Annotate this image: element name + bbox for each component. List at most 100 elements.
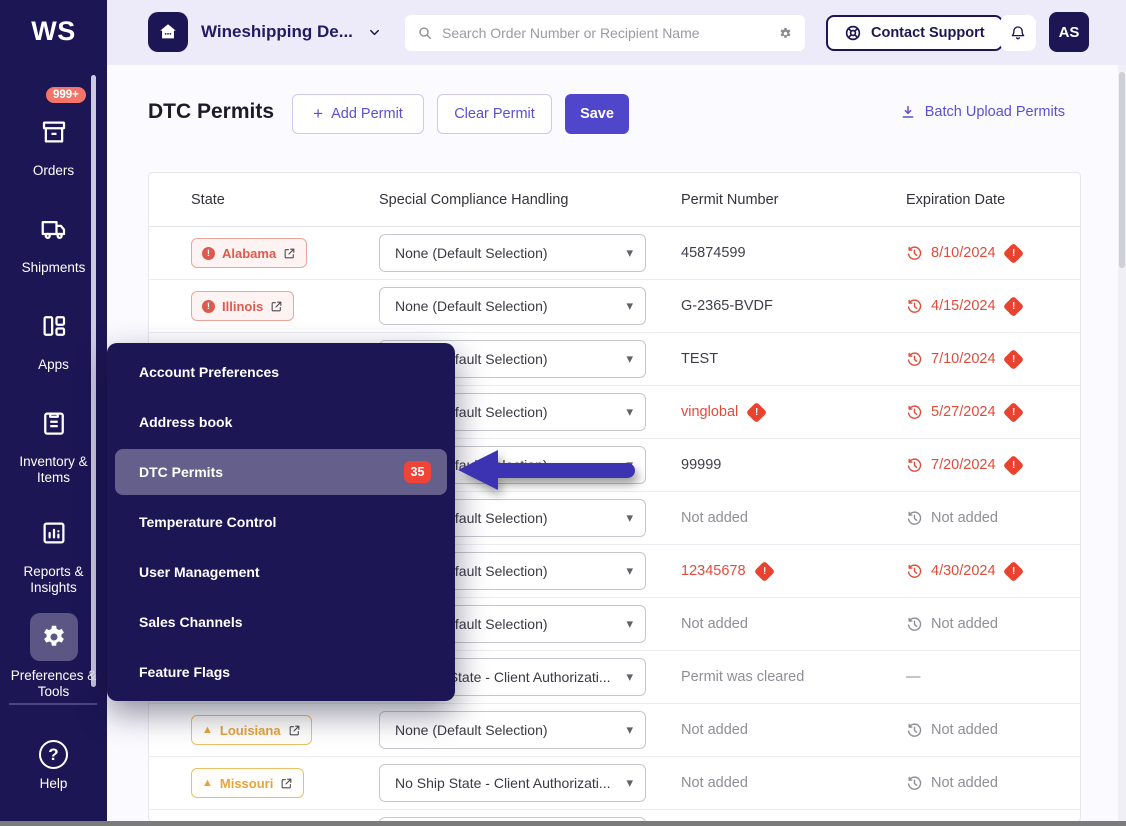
state-name: Illinois: [222, 299, 263, 314]
history-clock-icon: [906, 616, 923, 633]
add-permit-button[interactable]: + Add Permit: [292, 94, 424, 134]
permit-number: vinglobal: [681, 404, 738, 420]
chevron-down-icon: ▾: [626, 298, 633, 314]
state-name: Louisiana: [220, 723, 281, 738]
table-header: State Special Compliance Handling Permit…: [149, 173, 1080, 227]
alert-diamond-icon: !: [1002, 401, 1023, 422]
orders-count-badge: 999+: [46, 87, 86, 103]
history-clock-icon: [906, 775, 923, 792]
history-clock-icon: [906, 351, 923, 368]
page-scrollbar-thumb[interactable]: [1119, 72, 1125, 268]
external-link-icon: [280, 777, 293, 790]
compliance-select[interactable]: None (Default Selection) ▾: [379, 234, 646, 272]
column-header-expiration-date: Expiration Date: [906, 192, 1080, 208]
menu-item-user-management[interactable]: User Management: [107, 547, 455, 597]
expiration-date: 4/15/2024: [931, 298, 996, 314]
alert-diamond-icon: !: [753, 560, 774, 581]
alert-diamond-icon: !: [1002, 295, 1023, 316]
permit-number: G-2365-BVDF: [681, 298, 773, 314]
column-header-compliance: Special Compliance Handling: [379, 192, 681, 208]
state-chip[interactable]: ▲ Missouri: [191, 768, 304, 798]
search-icon: [417, 25, 433, 41]
batch-upload-permits-link[interactable]: Batch Upload Permits: [900, 104, 1065, 120]
arrow-head: [458, 450, 498, 490]
top-header: Wineshipping De... Contact Support AS: [107, 0, 1126, 65]
expiration-date: 5/27/2024: [931, 404, 996, 420]
contact-support-button[interactable]: Contact Support: [826, 15, 1003, 51]
state-chip[interactable]: ! Alabama: [191, 238, 307, 268]
window-bottom-edge: [0, 821, 1126, 826]
permit-number: Not added: [681, 616, 748, 632]
history-clock-icon: [906, 722, 923, 739]
bell-icon: [1009, 24, 1027, 42]
chevron-down-icon: ▾: [626, 351, 633, 367]
permit-number: TEST: [681, 351, 718, 367]
permit-number: 45874599: [681, 245, 746, 261]
permit-number: Permit was cleared: [681, 669, 804, 685]
state-status-icon: !: [202, 300, 215, 313]
search-input[interactable]: [442, 25, 769, 41]
expiration-date: 7/20/2024: [931, 457, 996, 473]
menu-item-address-book[interactable]: Address book: [107, 397, 455, 447]
pointer-arrow: [458, 450, 635, 490]
notifications-button[interactable]: [1000, 15, 1036, 51]
sidebar-scrollbar[interactable]: [91, 75, 96, 687]
avatar[interactable]: AS: [1049, 12, 1089, 52]
apps-icon: [30, 302, 78, 350]
sidebar: WS 999+ Orders Shipments Apps Inventory …: [0, 0, 107, 826]
expiration-date: 7/10/2024: [931, 351, 996, 367]
menu-item-feature-flags[interactable]: Feature Flags: [107, 647, 455, 697]
alert-diamond-icon: !: [1002, 242, 1023, 263]
home-button[interactable]: [148, 12, 188, 52]
chevron-down-icon: ▾: [626, 722, 633, 738]
bar-chart-icon: [30, 509, 78, 557]
chevron-down-icon: ▾: [626, 616, 633, 632]
history-clock-icon: [906, 298, 923, 315]
external-link-icon: [270, 300, 283, 313]
compliance-value: None (Default Selection): [395, 245, 620, 261]
menu-item-sales-channels[interactable]: Sales Channels: [107, 597, 455, 647]
column-header-permit-number: Permit Number: [681, 192, 906, 208]
menu-item-account-preferences[interactable]: Account Preferences: [107, 347, 455, 397]
history-clock-icon: [906, 510, 923, 527]
table-row: ! Illinois None (Default Selection) ▾ G-…: [149, 280, 1080, 333]
compliance-select[interactable]: None (Default Selection) ▾: [379, 711, 646, 749]
menu-item-dtc-permits[interactable]: DTC Permits 35: [115, 449, 447, 495]
org-switcher[interactable]: Wineshipping De...: [201, 22, 353, 42]
state-name: Alabama: [222, 246, 276, 261]
expiration-date: Not added: [931, 510, 998, 526]
history-clock-icon: [906, 563, 923, 580]
state-chip[interactable]: ▲ Louisiana: [191, 715, 312, 745]
download-icon: [900, 104, 916, 120]
compliance-select[interactable]: No Ship State - Client Authorizati... ▾: [379, 764, 646, 802]
permit-number: Not added: [681, 775, 748, 791]
search-settings-gear-icon[interactable]: [778, 26, 793, 41]
external-link-icon: [288, 724, 301, 737]
app-logo: WS: [0, 16, 107, 47]
clear-permit-button[interactable]: Clear Permit: [437, 94, 552, 134]
truck-icon: [30, 205, 78, 253]
clipboard-icon: [30, 399, 78, 447]
external-link-icon: [283, 247, 296, 260]
permit-number: 99999: [681, 457, 721, 473]
arrow-body: [498, 463, 635, 478]
column-header-state: State: [149, 192, 379, 208]
state-chip[interactable]: ! Illinois: [191, 291, 294, 321]
permit-number: 12345678: [681, 563, 746, 579]
history-clock-icon: [906, 457, 923, 474]
expiration-date: Not added: [931, 775, 998, 791]
compliance-select[interactable]: None (Default Selection) ▾: [379, 287, 646, 325]
history-clock-icon: [906, 404, 923, 421]
save-button[interactable]: Save: [565, 94, 629, 134]
sidebar-item-help[interactable]: ? Help: [0, 740, 107, 792]
box-icon: [30, 108, 78, 156]
menu-item-temperature-control[interactable]: Temperature Control: [107, 497, 455, 547]
chevron-down-icon: ▾: [626, 775, 633, 791]
table-row: ! Alabama None (Default Selection) ▾ 458…: [149, 227, 1080, 280]
chevron-down-icon[interactable]: [367, 25, 382, 45]
alert-diamond-icon: !: [1002, 348, 1023, 369]
sidebar-divider: [9, 703, 97, 705]
state-status-icon: !: [202, 247, 215, 260]
compliance-value: None (Default Selection): [395, 722, 620, 738]
expiration-date: Not added: [931, 616, 998, 632]
